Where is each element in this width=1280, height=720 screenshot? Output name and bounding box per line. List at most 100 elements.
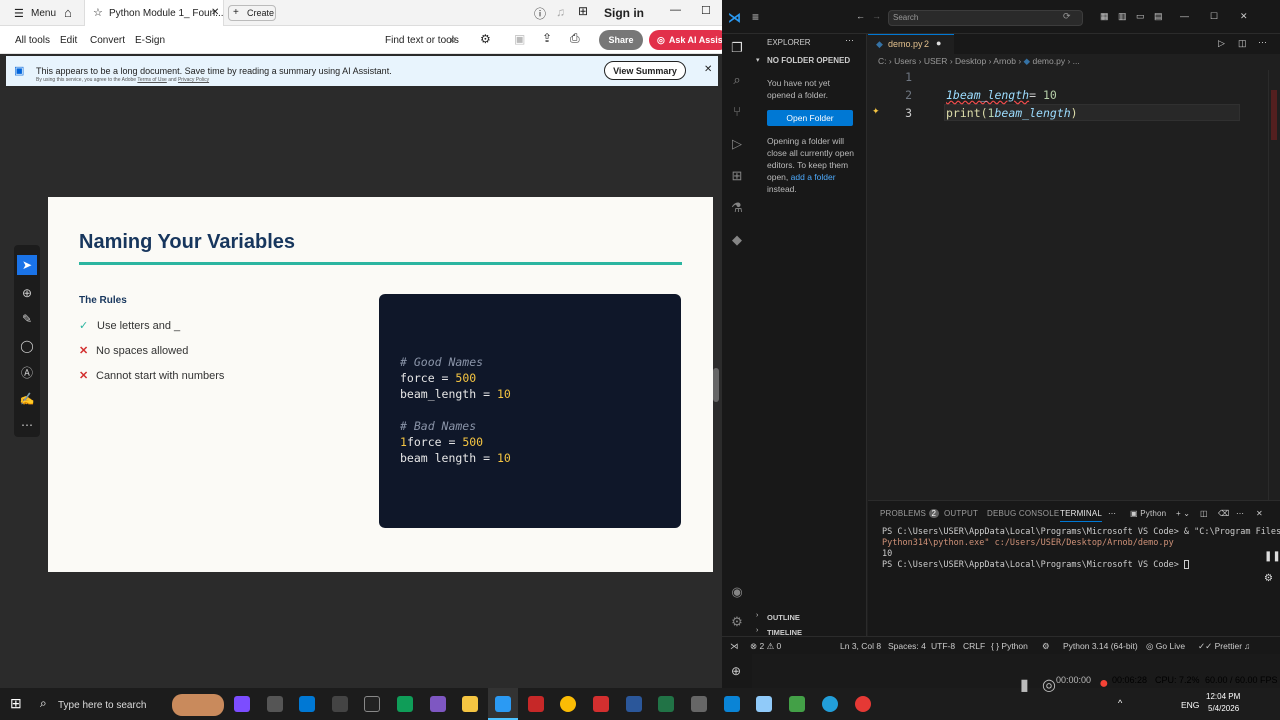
- encoding-status[interactable]: UTF-8: [931, 641, 955, 651]
- sign-in-link[interactable]: Sign in: [604, 6, 644, 20]
- maximize-icon[interactable]: ☐: [1210, 11, 1218, 22]
- outline-section[interactable]: OUTLINE: [767, 613, 800, 622]
- search-icon[interactable]: ⌕: [729, 72, 745, 88]
- taskbar-search-input[interactable]: Type here to search: [58, 700, 146, 711]
- text-box-icon[interactable]: Ⓐ: [17, 362, 37, 382]
- sheets-app-icon[interactable]: [789, 696, 805, 712]
- notepad-app-icon[interactable]: [756, 696, 772, 712]
- kill-terminal-icon[interactable]: ⌫: [1218, 509, 1230, 518]
- problems-status[interactable]: ⊗ 2 ⚠ 0: [750, 641, 781, 652]
- file-explorer-icon[interactable]: [462, 696, 478, 712]
- panel-overflow-icon[interactable]: ⋯: [1236, 509, 1244, 518]
- pause-icon[interactable]: ❚❚: [1264, 551, 1280, 562]
- upload-icon[interactable]: ⇪: [542, 31, 552, 45]
- crumb[interactable]: USER: [924, 56, 948, 66]
- copilot-icon[interactable]: ⟳: [1063, 11, 1071, 22]
- command-search-input[interactable]: Search ⟳: [888, 10, 1083, 26]
- all-tools-tab[interactable]: All tools: [15, 35, 50, 46]
- star-icon[interactable]: ☆: [93, 6, 103, 19]
- split-terminal-icon[interactable]: ◫: [1200, 509, 1208, 518]
- acrobat-app-icon[interactable]: [593, 696, 609, 712]
- esign-tab[interactable]: E-Sign: [135, 35, 165, 46]
- zoom-icon[interactable]: ⊕: [17, 283, 37, 303]
- word-app-icon[interactable]: [626, 696, 642, 712]
- privacy-link[interactable]: Privacy Policy: [178, 77, 209, 83]
- chevron-right-icon[interactable]: ›: [756, 612, 758, 619]
- create-button[interactable]: + Create: [228, 5, 276, 21]
- layout-icon[interactable]: ▦: [1100, 11, 1109, 22]
- store-app-icon[interactable]: [267, 696, 283, 712]
- prettier-status[interactable]: ✓✓ Prettier: [1198, 641, 1242, 652]
- run-debug-icon[interactable]: ▷: [729, 136, 745, 152]
- maximize-icon[interactable]: ☐: [701, 4, 711, 17]
- search-icon[interactable]: ⌕: [450, 32, 457, 47]
- menu-icon[interactable]: ≡: [752, 10, 759, 24]
- close-banner-icon[interactable]: ✕: [704, 64, 712, 75]
- edit-tab[interactable]: Edit: [60, 35, 77, 46]
- minimap[interactable]: [1268, 70, 1278, 500]
- toggle-panel-icon[interactable]: ▭: [1136, 11, 1145, 22]
- chevron-down-icon[interactable]: ▾: [756, 56, 760, 64]
- widget-thumbnail[interactable]: [172, 694, 224, 716]
- select-cursor-icon[interactable]: ➤: [17, 255, 37, 275]
- share-button[interactable]: Share: [599, 30, 643, 50]
- unsaved-dot-icon[interactable]: ●: [936, 38, 941, 48]
- go-live-button[interactable]: ◎ Go Live: [1146, 641, 1185, 652]
- code-line-2[interactable]: 1beam_length= 10: [946, 88, 1057, 102]
- cursor-position[interactable]: Ln 3, Col 8: [840, 641, 881, 651]
- new-terminal-icon[interactable]: + ⌄: [1176, 509, 1190, 518]
- code-line-3[interactable]: print(1beam_length): [946, 106, 1078, 120]
- snipping-app-icon[interactable]: [691, 696, 707, 712]
- copilot-app-icon[interactable]: [234, 696, 250, 712]
- run-file-icon[interactable]: ▷: [1218, 38, 1225, 49]
- close-tab-icon[interactable]: ✕: [211, 7, 219, 18]
- crumb[interactable]: Arnob: [993, 56, 1016, 66]
- save-icon[interactable]: ▣: [514, 32, 525, 46]
- terminal-settings-icon[interactable]: ⚙: [1264, 573, 1273, 584]
- ai-tools-icon[interactable]: ⚙: [480, 32, 491, 46]
- tab-problems[interactable]: PROBLEMS 2: [880, 509, 940, 518]
- obsidian-app-icon[interactable]: [430, 696, 446, 712]
- remote-icon[interactable]: ⋊: [730, 641, 739, 652]
- add-folder-link[interactable]: add a folder: [791, 172, 836, 182]
- tab-terminal[interactable]: TERMINAL: [1060, 509, 1103, 522]
- explorer-icon[interactable]: ❐: [729, 40, 745, 56]
- sign-icon[interactable]: ✍: [17, 389, 37, 409]
- tab-demo-py[interactable]: ◆ demo.py 2 ●: [868, 34, 954, 54]
- python-icon[interactable]: ◆: [729, 232, 745, 248]
- help-icon[interactable]: ⓘ: [534, 5, 546, 22]
- close-window-icon[interactable]: ✕: [1240, 11, 1248, 22]
- tab-output[interactable]: OUTPUT: [944, 509, 978, 518]
- print-icon[interactable]: ⎙: [570, 31, 580, 46]
- forward-arrow-icon[interactable]: →: [872, 11, 881, 21]
- hamburger-icon[interactable]: ☰: [14, 7, 24, 20]
- open-folder-button[interactable]: Open Folder: [767, 110, 853, 126]
- home-icon[interactable]: ⌂: [64, 5, 72, 20]
- python-interpreter[interactable]: Python 3.14 (64-bit): [1063, 641, 1138, 651]
- terminal-prompt[interactable]: PS C:\Users\USER\AppData\Local\Programs\…: [882, 560, 1189, 570]
- back-arrow-icon[interactable]: ←: [856, 11, 865, 21]
- settings-gear-icon[interactable]: ⚙: [729, 614, 745, 630]
- split-editor-icon[interactable]: ◫: [1238, 38, 1247, 49]
- lightbulb-icon[interactable]: ✦: [872, 106, 880, 117]
- toggle-secondary-icon[interactable]: ▤: [1154, 11, 1163, 22]
- language-mode[interactable]: { } Python: [991, 641, 1028, 651]
- chevron-right-icon[interactable]: ›: [756, 627, 758, 634]
- editor-more-icon[interactable]: ⋯: [1258, 37, 1267, 48]
- crumb[interactable]: Desktop: [955, 56, 986, 66]
- bell-icon[interactable]: ♫: [556, 5, 565, 19]
- media-app-icon[interactable]: [528, 696, 544, 712]
- zoom-icon[interactable]: ⊕: [731, 664, 741, 678]
- find-tools-input[interactable]: Find text or tools: [385, 35, 459, 46]
- copilot-status-icon[interactable]: ⚙: [1042, 641, 1050, 652]
- view-summary-button[interactable]: View Summary: [604, 61, 686, 80]
- apps-grid-icon[interactable]: ⊞: [578, 4, 588, 18]
- tab-debug-console[interactable]: DEBUG CONSOLE: [987, 509, 1059, 518]
- crumb[interactable]: Users: [894, 56, 916, 66]
- minimize-icon[interactable]: —: [1180, 11, 1189, 21]
- menu-label[interactable]: Menu: [31, 8, 56, 19]
- more-actions-icon[interactable]: ⋯: [845, 35, 854, 46]
- testing-icon[interactable]: ⚗: [729, 200, 745, 216]
- more-icon[interactable]: ⋯: [17, 415, 37, 435]
- minimize-icon[interactable]: —: [670, 4, 681, 16]
